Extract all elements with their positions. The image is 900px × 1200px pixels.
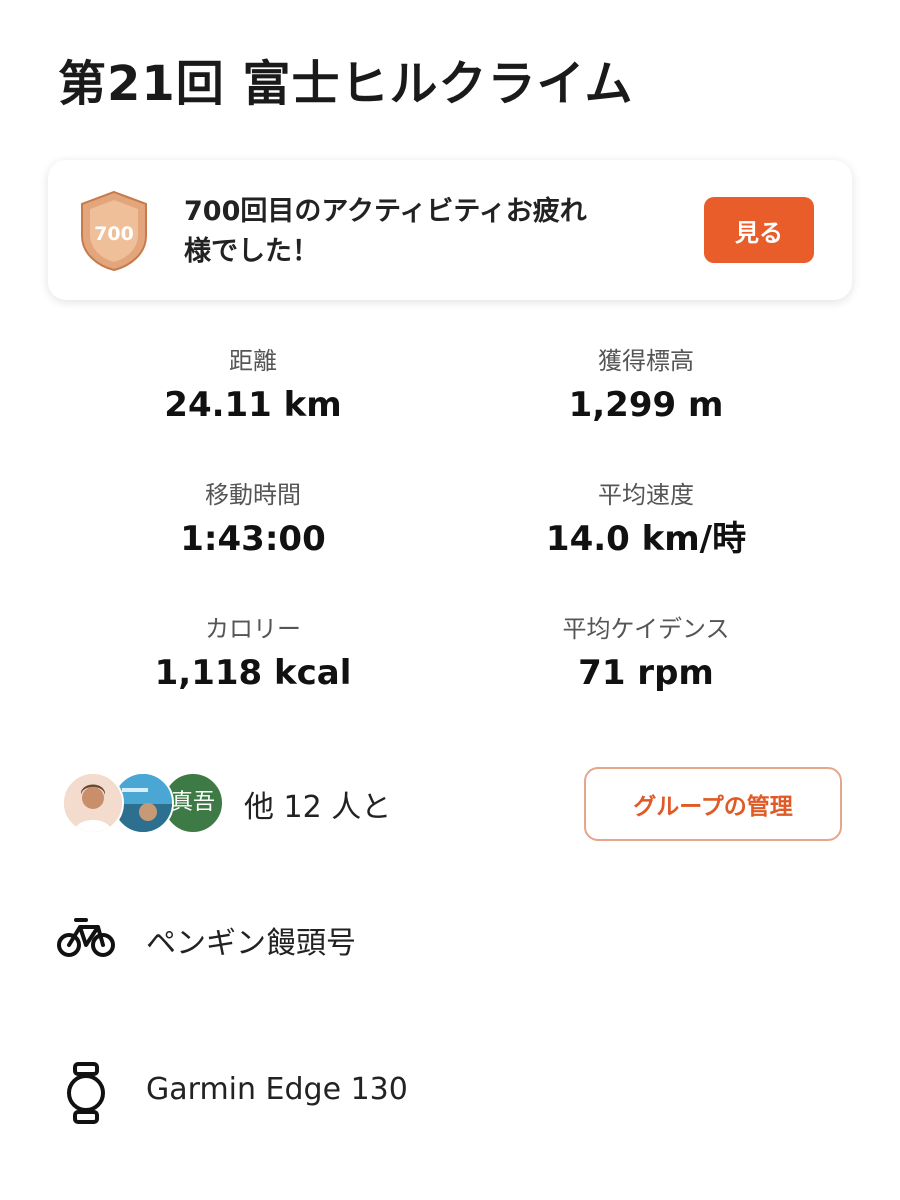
group-members-text: 他 12 人と — [244, 790, 392, 825]
stat-label: 平均速度 — [598, 481, 694, 509]
stat-value: 1:43:00 — [180, 519, 326, 559]
manage-group-button[interactable]: グループの管理 — [584, 767, 842, 841]
stat-value: 1,118 kcal — [154, 653, 352, 693]
stat-label: 距離 — [229, 347, 277, 375]
stat-average-speed: 平均速度 14.0 km/時 — [446, 478, 846, 560]
stat-average-cadence: 平均ケイデンス 71 rpm — [446, 612, 846, 694]
watch-icon — [64, 1062, 108, 1128]
achievement-message-line2: 様でした！ — [184, 236, 319, 267]
stat-distance: 距離 24.11 km — [53, 344, 453, 426]
bike-icon — [56, 914, 116, 964]
activity-title: 第21回 富士ヒルクライム — [58, 56, 634, 112]
achievement-card: 700 700回目のアクティビティお疲れ 様でした！ 見る — [48, 160, 852, 300]
group-avatars[interactable]: 真吾 — [62, 772, 224, 834]
device-name: Garmin Edge 130 — [146, 1072, 408, 1107]
stat-elevation-gain: 獲得標高 1,299 m — [446, 344, 846, 426]
stat-value: 24.11 km — [164, 385, 342, 425]
stat-label: 移動時間 — [205, 481, 301, 509]
achievement-message: 700回目のアクティビティお疲れ 様でした！ — [184, 192, 664, 272]
bike-name: ペンギン饅頭号 — [146, 926, 356, 961]
stat-value: 1,299 m — [568, 385, 724, 425]
view-achievement-button[interactable]: 見る — [704, 197, 814, 263]
stat-value: 71 rpm — [578, 653, 714, 693]
achievement-badge-number: 700 — [94, 223, 134, 245]
stat-label: 獲得標高 — [598, 347, 694, 375]
achievement-message-line1: 700回目のアクティビティお疲れ — [184, 196, 587, 227]
stat-calories: カロリー 1,118 kcal — [53, 612, 453, 694]
stat-label: 平均ケイデンス — [562, 615, 730, 643]
avatar — [62, 772, 124, 834]
stat-label: カロリー — [205, 615, 301, 643]
achievement-badge-icon: 700 — [78, 190, 150, 272]
stat-value: 14.0 km/時 — [545, 519, 747, 559]
stat-moving-time: 移動時間 1:43:00 — [53, 478, 453, 560]
